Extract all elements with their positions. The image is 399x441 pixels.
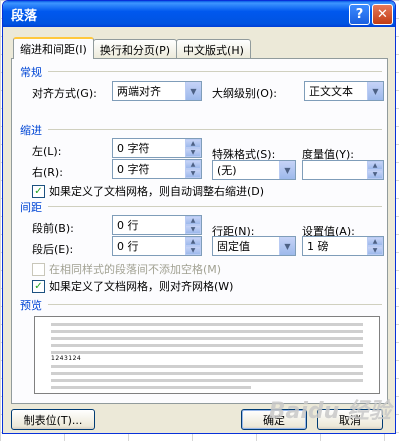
tab-asian-typography[interactable]: 中文版式(H) <box>176 39 251 59</box>
alignment-select[interactable]: 两端对齐 ▼ <box>112 81 202 101</box>
tab-line-page-breaks[interactable]: 换行和分页(P) <box>92 39 178 59</box>
checkmark-icon[interactable]: ✓ <box>32 184 45 198</box>
section-title-indent: 缩进 <box>20 124 42 137</box>
preview-box: 1243124 <box>34 316 380 394</box>
indent-right-spinner[interactable]: 0 字符 ▲ ▼ <box>112 159 202 179</box>
spinner-buttons[interactable]: ▲ ▼ <box>185 139 201 157</box>
checkmark-icon[interactable]: ✓ <box>32 279 45 293</box>
indent-left-label: 左(L): <box>32 145 62 158</box>
space-before-spinner[interactable]: 0 行 ▲ ▼ <box>112 215 202 235</box>
dialog-title: 段落 <box>11 8 38 24</box>
space-after-spinner[interactable]: 0 行 ▲ ▼ <box>112 236 202 256</box>
spin-up-icon[interactable]: ▲ <box>367 237 383 246</box>
divider <box>48 129 382 130</box>
space-before-label: 段前(B): <box>32 222 74 235</box>
special-format-value: (无) <box>217 164 237 177</box>
section-title-general: 常规 <box>20 66 42 79</box>
close-button[interactable]: ✕ <box>372 3 393 25</box>
chevron-down-icon[interactable]: ▼ <box>279 237 295 255</box>
preview-line <box>51 351 363 354</box>
at-value-spinner[interactable]: 1 磅 ▲ ▼ <box>302 236 384 256</box>
tab-strip: 缩进和间距(I) 换行和分页(P) 中文版式(H) <box>13 37 251 59</box>
outline-level-label: 大纲级别(O): <box>212 87 277 100</box>
no-space-label: 在相同样式的段落间不添加空格(M) <box>49 263 222 276</box>
title-bar: 段落 ? ✕ <box>3 1 395 27</box>
spin-down-icon[interactable]: ▼ <box>185 225 201 234</box>
preview-line <box>51 365 363 368</box>
chevron-down-icon[interactable]: ▼ <box>279 161 295 179</box>
outline-level-select[interactable]: 正文文本 ▼ <box>304 81 384 101</box>
indent-left-value: 0 字符 <box>117 142 150 155</box>
indent-right-value: 0 字符 <box>117 163 150 176</box>
chevron-down-icon[interactable]: ▼ <box>185 82 201 100</box>
spin-down-icon[interactable]: ▼ <box>185 148 201 157</box>
spin-up-icon[interactable]: ▲ <box>185 160 201 169</box>
preview-sample-text: 1243124 <box>51 355 82 362</box>
help-button[interactable]: ? <box>349 3 370 25</box>
spin-down-icon[interactable]: ▼ <box>185 169 201 178</box>
preview-line <box>51 372 363 375</box>
snap-grid-label: 如果定义了文档网格，则对齐网格(W) <box>49 280 234 293</box>
spin-up-icon[interactable]: ▲ <box>185 139 201 148</box>
divider <box>48 71 382 72</box>
spin-up-icon[interactable]: ▲ <box>185 216 201 225</box>
preview-line <box>51 379 363 382</box>
spin-up-icon[interactable]: ▲ <box>185 237 201 246</box>
spin-down-icon[interactable]: ▼ <box>367 170 383 179</box>
line-spacing-select[interactable]: 固定值 ▼ <box>212 236 296 256</box>
section-title-preview: 预览 <box>20 299 42 312</box>
space-before-value: 0 行 <box>117 219 139 232</box>
preview-line <box>51 323 363 326</box>
preview-line <box>51 330 363 333</box>
baidu-watermark: Baidu 经验 <box>268 399 391 424</box>
alignment-label: 对齐方式(G): <box>32 87 97 100</box>
spinner-buttons[interactable]: ▲ ▼ <box>185 160 201 178</box>
tab-panel: 常规 对齐方式(G): 两端对齐 ▼ 大纲级别(O): 正文文本 ▼ 缩进 左(… <box>11 58 388 404</box>
preview-line <box>51 344 363 347</box>
spinner-buttons[interactable]: ▲ ▼ <box>367 161 383 179</box>
spin-up-icon[interactable]: ▲ <box>367 161 383 170</box>
preview-line <box>51 386 251 389</box>
divider <box>48 304 382 305</box>
paragraph-dialog: 段落 ? ✕ 缩进和间距(I) 换行和分页(P) 中文版式(H) 常规 对齐方式… <box>2 0 396 434</box>
section-title-spacing: 间距 <box>20 201 42 214</box>
indent-right-label: 右(R): <box>32 166 63 179</box>
spinner-buttons[interactable]: ▲ ▼ <box>185 237 201 255</box>
indent-left-spinner[interactable]: 0 字符 ▲ ▼ <box>112 138 202 158</box>
spin-down-icon[interactable]: ▼ <box>367 246 383 255</box>
checkbox-empty[interactable] <box>32 262 45 276</box>
divider <box>48 206 382 207</box>
no-space-same-style-checkbox[interactable]: 在相同样式的段落间不添加空格(M) <box>32 261 221 277</box>
outline-level-value: 正文文本 <box>309 85 353 98</box>
space-after-value: 0 行 <box>117 240 139 253</box>
at-value: 1 磅 <box>307 240 329 253</box>
measure-spinner[interactable]: ▲ ▼ <box>302 160 384 180</box>
space-after-label: 段后(E): <box>32 243 74 256</box>
special-format-select[interactable]: (无) ▼ <box>212 160 296 180</box>
snap-to-grid-checkbox[interactable]: ✓ 如果定义了文档网格，则对齐网格(W) <box>32 278 233 294</box>
spin-down-icon[interactable]: ▼ <box>185 246 201 255</box>
auto-adjust-right-indent-checkbox[interactable]: ✓ 如果定义了文档网格，则自动调整右缩进(D) <box>32 183 264 199</box>
spinner-buttons[interactable]: ▲ ▼ <box>185 216 201 234</box>
auto-adjust-label: 如果定义了文档网格，则自动调整右缩进(D) <box>49 185 265 198</box>
line-spacing-value: 固定值 <box>217 240 250 253</box>
chevron-down-icon[interactable]: ▼ <box>367 82 383 100</box>
spinner-buttons[interactable]: ▲ ▼ <box>367 237 383 255</box>
tab-indent-spacing[interactable]: 缩进和间距(I) <box>13 37 94 59</box>
preview-line <box>51 337 363 340</box>
alignment-value: 两端对齐 <box>117 85 161 98</box>
tabs-button[interactable]: 制表位(T)... <box>11 409 95 430</box>
